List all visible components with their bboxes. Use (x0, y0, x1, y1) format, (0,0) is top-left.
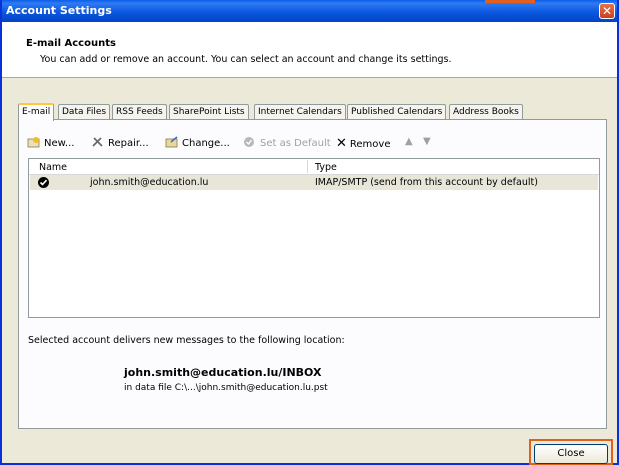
close-button[interactable]: Close (534, 444, 608, 464)
list-header: Name Type (29, 159, 599, 175)
email-tab-panel: New... Repair... Change... Set as Defaul… (18, 119, 607, 429)
arrow-down-icon: ▼ (423, 136, 431, 147)
column-separator[interactable] (307, 160, 308, 173)
change-icon (165, 136, 178, 148)
column-header-type[interactable]: Type (315, 162, 337, 173)
highlight-marker (485, 0, 535, 3)
default-check-icon (244, 137, 254, 147)
move-up-button[interactable]: ▲ (405, 136, 413, 152)
header-title: E-mail Accounts (26, 38, 116, 49)
tab-sharepoint-lists[interactable]: SharePoint Lists (169, 104, 249, 120)
account-name: john.smith@education.lu (90, 177, 209, 188)
new-button[interactable]: New... (27, 136, 74, 152)
remove-button[interactable]: ✕ Remove (336, 136, 391, 152)
remove-label: Remove (349, 139, 391, 150)
set-default-label: Set as Default (260, 138, 331, 149)
account-settings-window: Account Settings ✕ E-mail Accounts You c… (0, 0, 619, 465)
title-bar: Account Settings ✕ (2, 0, 617, 22)
change-label: Change... (182, 138, 230, 149)
tab-email[interactable]: E-mail (18, 103, 55, 121)
repair-icon (92, 137, 103, 147)
table-row[interactable]: john.smith@education.lu IMAP/SMTP (send … (30, 175, 598, 190)
remove-icon: ✕ (336, 136, 347, 151)
window-title: Account Settings (6, 4, 112, 17)
delivery-label: Selected account delivers new messages t… (28, 335, 345, 346)
delivery-path: john.smith@education.lu/INBOX (124, 366, 322, 379)
tab-data-files[interactable]: Data Files (58, 104, 111, 120)
header-section: E-mail Accounts You can add or remove an… (2, 22, 617, 78)
new-account-icon (27, 137, 40, 148)
arrow-up-icon: ▲ (405, 136, 413, 147)
column-header-name[interactable]: Name (39, 162, 67, 173)
set-default-button[interactable]: Set as Default (243, 136, 331, 152)
window-close-icon[interactable]: ✕ (599, 3, 615, 19)
move-down-button[interactable]: ▼ (423, 136, 431, 152)
repair-label: Repair... (108, 138, 149, 149)
account-type: IMAP/SMTP (send from this account by def… (315, 177, 538, 188)
new-label: New... (44, 138, 75, 149)
delivery-data-file: in data file C:\...\john.smith@education… (124, 383, 328, 393)
accounts-list[interactable]: Name Type john.smith@education.lu IMAP/S… (28, 158, 600, 318)
header-description: You can add or remove an account. You ca… (40, 54, 452, 65)
tab-internet-calendars[interactable]: Internet Calendars (254, 104, 346, 120)
change-button[interactable]: Change... (165, 136, 230, 152)
repair-button[interactable]: Repair... (91, 136, 149, 152)
check-mark-icon (39, 179, 48, 186)
tab-rss-feeds[interactable]: RSS Feeds (112, 104, 167, 120)
tab-published-calendars[interactable]: Published Calendars (347, 104, 447, 120)
tab-address-books[interactable]: Address Books (449, 104, 523, 120)
default-account-check-icon (38, 177, 49, 188)
